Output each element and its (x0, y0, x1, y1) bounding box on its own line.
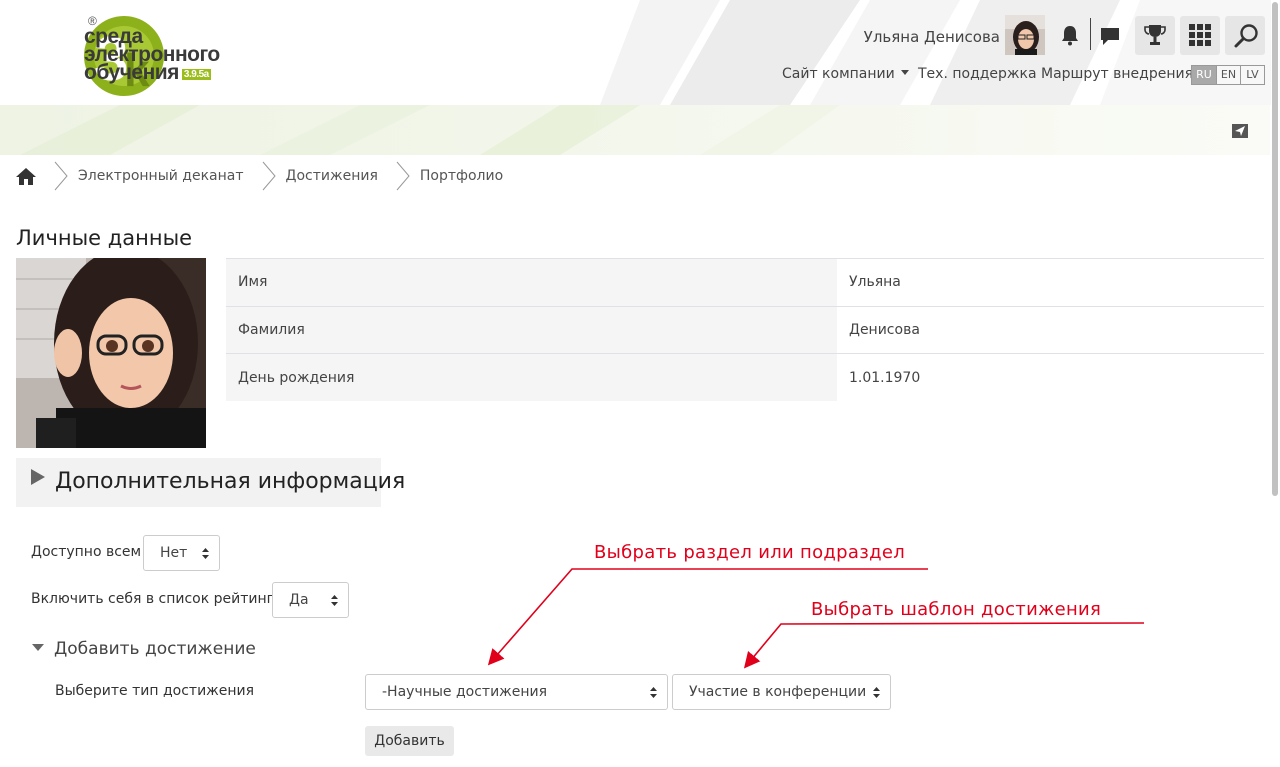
banner-decoration (20, 105, 840, 155)
header-decoration (600, 0, 1280, 105)
chevron-down-icon (900, 70, 909, 75)
header-separator (1090, 18, 1091, 50)
rating-select-value: Да (289, 592, 309, 608)
select-arrows-icon (873, 687, 880, 698)
header: 3 k ® среда электронного обучения 3.9.5a … (0, 0, 1280, 105)
page-banner (0, 105, 1270, 155)
rating-select[interactable]: Да (272, 582, 349, 618)
select-arrows-icon (650, 687, 657, 698)
lang-en[interactable]: EN (1216, 66, 1240, 84)
extra-info-toggle[interactable]: Дополнительная информация (16, 458, 405, 507)
achievement-type-label: Выберите тип достижения (55, 683, 255, 699)
field-label-last-name: Фамилия (226, 305, 837, 354)
add-achievement-section-toggle[interactable]: Добавить достижение (32, 639, 256, 659)
collapse-triangle-icon (32, 644, 44, 651)
field-value-last-name: Денисова (837, 305, 1264, 354)
available-select-value: Нет (160, 545, 188, 561)
achievement-section-value: -Научные достижения (382, 684, 548, 700)
trophy-icon (1144, 25, 1166, 45)
language-switcher: RU EN LV (1191, 65, 1265, 85)
annotation-template-hint: Выбрать шаблон достижения (811, 599, 1102, 620)
scrollbar-thumb[interactable] (1272, 2, 1278, 496)
rating-label: Включить себя в список рейтинга (31, 591, 283, 607)
breadcrumb-item-dean[interactable]: Электронный деканат (78, 168, 244, 184)
messages-icon[interactable] (1099, 25, 1121, 47)
home-icon[interactable] (16, 167, 36, 185)
table-row: Фамилия Денисова (226, 305, 1264, 354)
logo-text: среда электронного обучения 3.9.5a (84, 26, 220, 84)
select-arrows-icon (202, 548, 209, 559)
achievement-template-select[interactable]: Участие в конференции (672, 674, 891, 710)
achievements-button[interactable] (1135, 16, 1175, 55)
expand-triangle-icon (31, 469, 45, 485)
select-arrows-icon (331, 595, 338, 606)
achievement-template-value: Участие в конференции (689, 684, 867, 700)
search-icon (1234, 24, 1258, 48)
breadcrumb-item-achievements[interactable]: Достижения (286, 168, 378, 184)
table-row: Имя Ульяна (226, 258, 1264, 307)
extra-info-title: Дополнительная информация (55, 469, 406, 494)
logo-version: 3.9.5a (181, 69, 211, 80)
add-achievement-button[interactable]: Добавить (365, 726, 454, 756)
nav-route[interactable]: Маршрут внедрения (1041, 66, 1193, 82)
profile-photo (16, 258, 206, 448)
notification-bell-icon[interactable] (1060, 24, 1080, 46)
field-label-first-name: Имя (226, 258, 837, 307)
table-row: День рождения 1.01.1970 (226, 353, 1264, 402)
send-message-icon[interactable] (1232, 124, 1248, 138)
user-name[interactable]: Ульяна Денисова (864, 28, 1000, 46)
page-title: Личные данные (16, 226, 193, 250)
add-achievement-title: Добавить достижение (54, 639, 256, 659)
nav-company-site[interactable]: Сайт компании (782, 66, 909, 82)
grid-icon (1189, 24, 1211, 46)
logo-line-3: обучения 3.9.5a (84, 61, 220, 84)
breadcrumb-separator (262, 161, 276, 191)
search-button[interactable] (1225, 16, 1265, 55)
available-select[interactable]: Нет (143, 535, 220, 571)
nav-support[interactable]: Тех. поддержка (918, 66, 1037, 82)
user-avatar[interactable] (1005, 15, 1045, 55)
annotation-arrow-template (743, 622, 1145, 669)
available-label: Доступно всем (31, 544, 142, 560)
breadcrumb: Электронный деканат Достижения Портфолио (16, 160, 503, 192)
field-value-first-name: Ульяна (837, 258, 1264, 307)
field-label-birthday: День рождения (226, 353, 837, 402)
apps-grid-button[interactable] (1180, 16, 1220, 55)
lang-ru[interactable]: RU (1192, 66, 1216, 84)
annotation-section-hint: Выбрать раздел или подраздел (594, 542, 906, 563)
breadcrumb-separator (396, 161, 410, 191)
logo-line-3-text: обучения (84, 61, 179, 84)
achievement-section-select[interactable]: -Научные достижения (365, 674, 668, 710)
lang-lv[interactable]: LV (1240, 66, 1264, 84)
personal-data-table: Имя Ульяна Фамилия Денисова День рождени… (226, 258, 1264, 402)
field-value-birthday: 1.01.1970 (837, 353, 1264, 402)
nav-company-site-label: Сайт компании (782, 66, 895, 82)
breadcrumb-separator (54, 161, 68, 191)
breadcrumb-item-portfolio[interactable]: Портфолио (420, 168, 503, 184)
